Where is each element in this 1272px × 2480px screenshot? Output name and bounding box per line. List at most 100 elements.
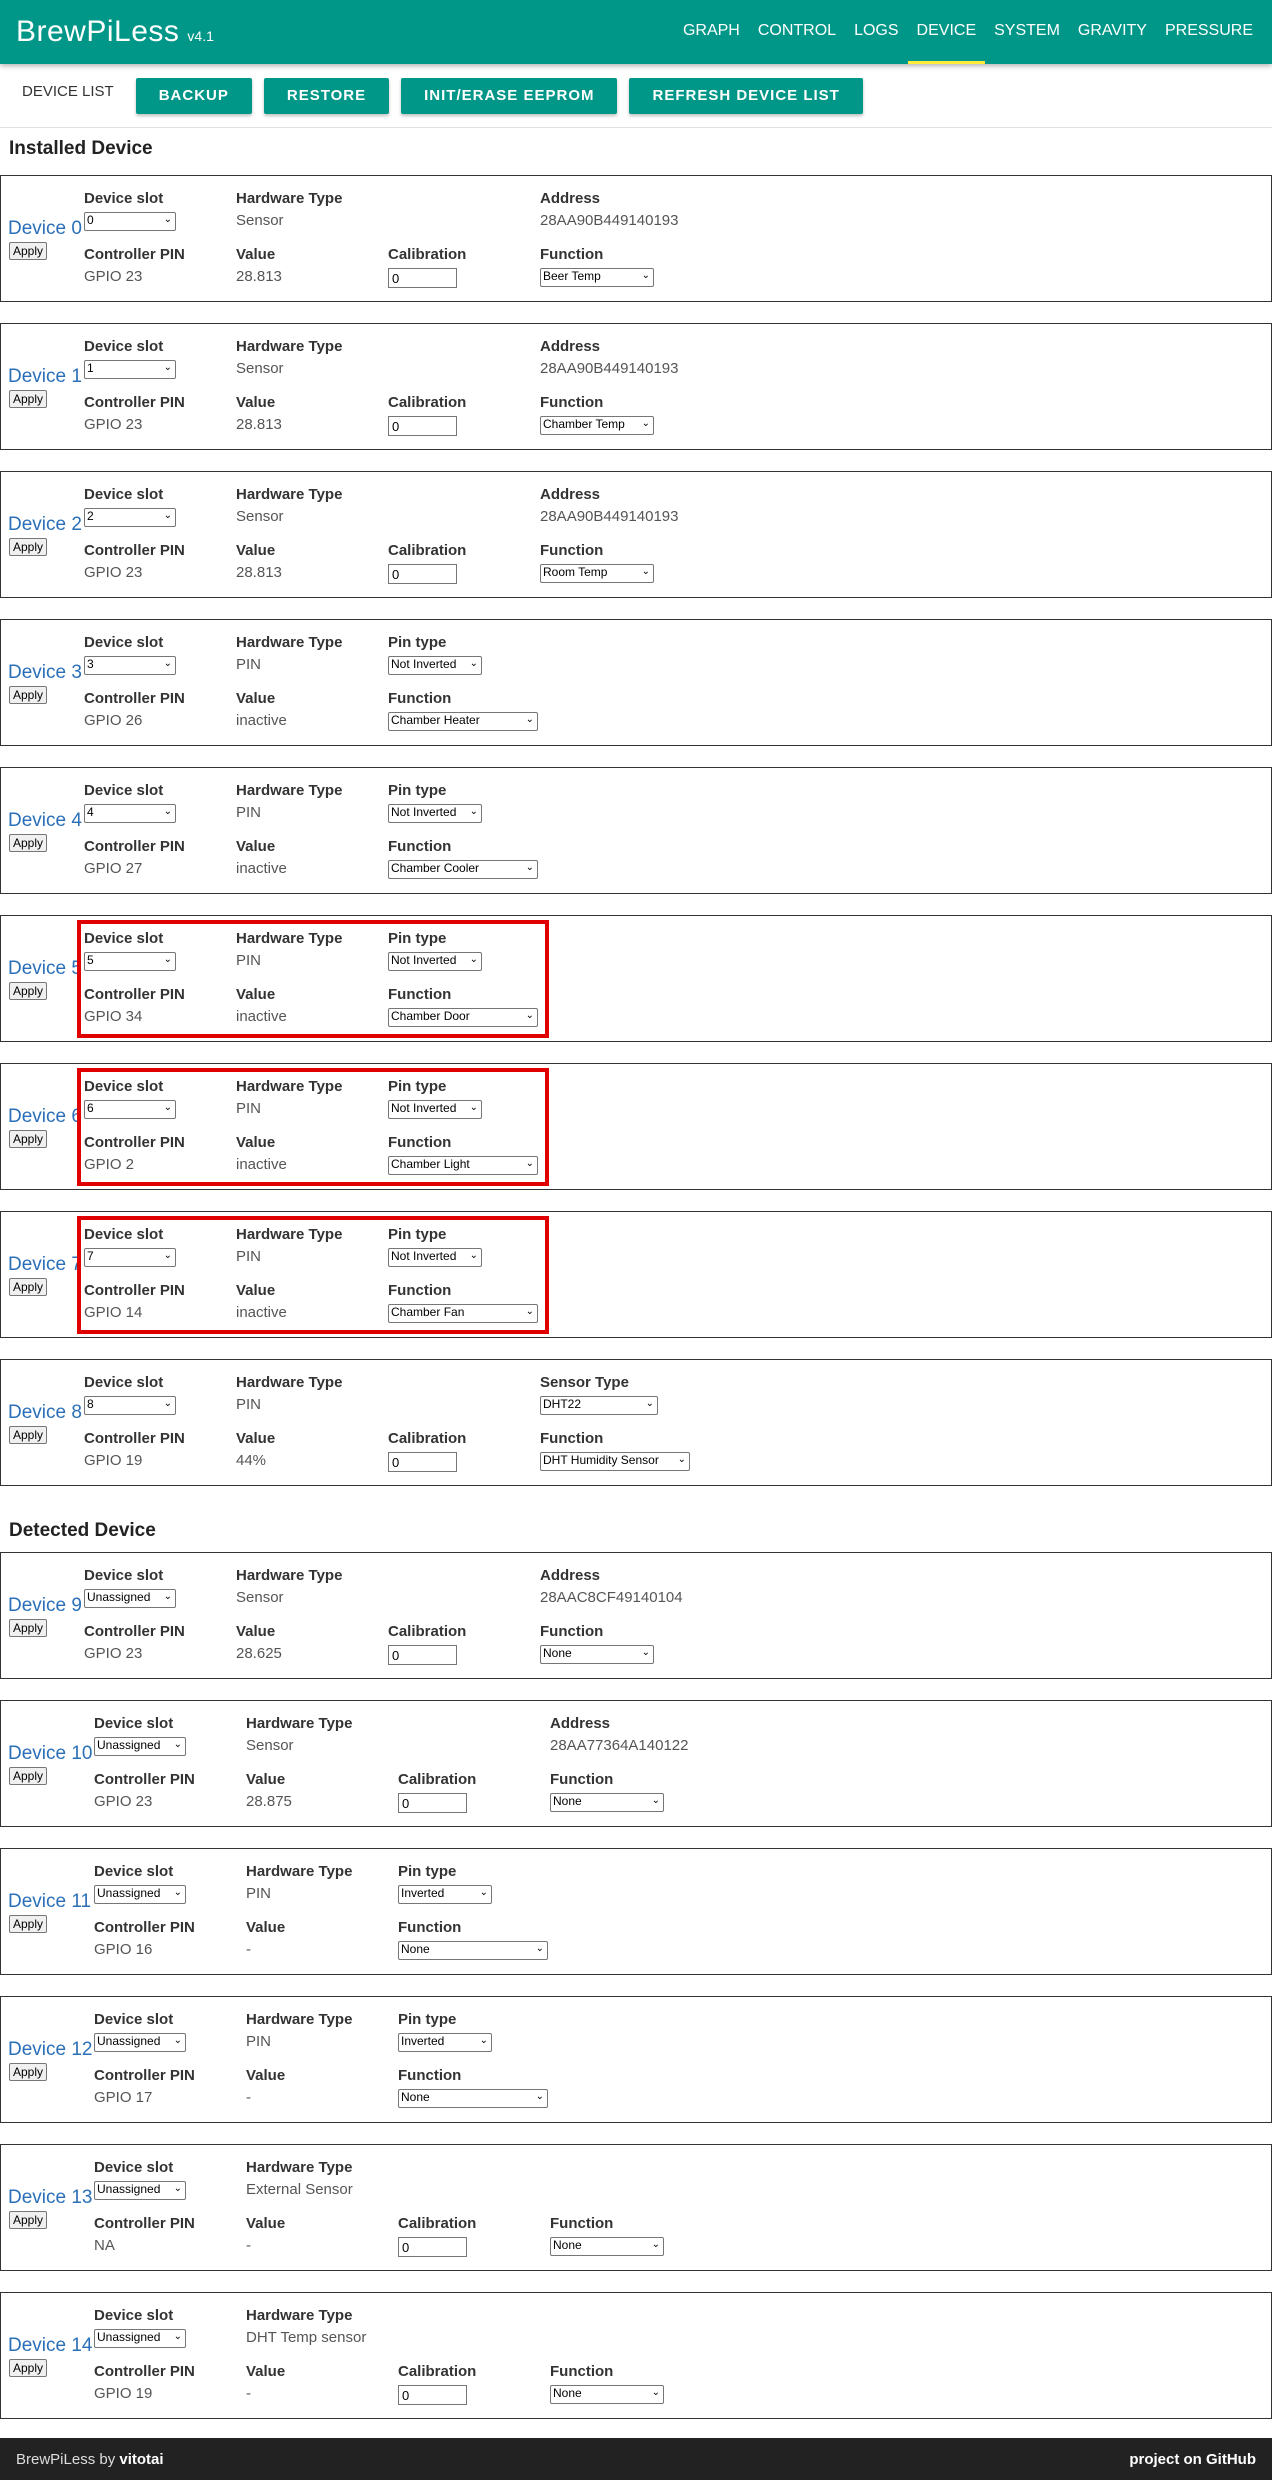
function-select[interactable]: Beer Temp ⌄ xyxy=(540,268,654,287)
address-value: 28AA90B449140193 xyxy=(540,360,679,377)
device-slot-select[interactable]: 7 ⌄ xyxy=(84,1248,176,1267)
nav-logs[interactable]: LOGS xyxy=(845,0,907,64)
nav-control[interactable]: CONTROL xyxy=(749,0,845,64)
apply-button[interactable]: Apply xyxy=(9,538,48,556)
calibration-label: Calibration xyxy=(398,2363,477,2380)
apply-button[interactable]: Apply xyxy=(9,1915,48,1933)
device-card: Device 9 Apply Device slot Unassigned ⌄ Hardw… xyxy=(0,1552,1272,1679)
device-title: Device 8 xyxy=(8,1402,82,1423)
device-slot-select[interactable]: Unassigned ⌄ xyxy=(94,2033,186,2052)
nav-pressure[interactable]: PRESSURE xyxy=(1156,0,1262,64)
nav-graph[interactable]: GRAPH xyxy=(674,0,749,64)
controller-pin-label: Controller PIN xyxy=(84,394,185,411)
apply-button[interactable]: Apply xyxy=(9,1767,48,1785)
apply-button[interactable]: Apply xyxy=(9,2063,48,2081)
pin-type-select[interactable]: Not Inverted ⌄ xyxy=(388,1248,482,1267)
device-slot-select[interactable]: Unassigned ⌄ xyxy=(84,1589,176,1608)
backup-button[interactable]: BACKUP xyxy=(135,77,252,114)
chevron-down-icon: ⌄ xyxy=(525,714,534,725)
function-label: Function xyxy=(388,1282,452,1299)
function-select[interactable]: Chamber Temp ⌄ xyxy=(540,416,654,435)
restore-button[interactable]: RESTORE xyxy=(263,77,390,114)
apply-button[interactable]: Apply xyxy=(9,1619,48,1637)
function-select[interactable]: Chamber Heater ⌄ xyxy=(388,712,538,731)
apply-button[interactable]: Apply xyxy=(9,1426,48,1444)
pin-type-select[interactable]: Not Inverted ⌄ xyxy=(388,656,482,675)
device-title: Device 2 xyxy=(8,514,82,535)
device-list-label: DEVICE LIST xyxy=(22,83,114,100)
function-select[interactable]: None ⌄ xyxy=(550,2237,664,2256)
device-slot-select[interactable]: Unassigned ⌄ xyxy=(94,1737,186,1756)
apply-button[interactable]: Apply xyxy=(9,242,48,260)
function-select[interactable]: Room Temp ⌄ xyxy=(540,564,654,583)
footer-author-link[interactable]: vitotai xyxy=(119,2451,163,2468)
function-select[interactable]: None ⌄ xyxy=(550,1793,664,1812)
device-slot-label: Device slot xyxy=(84,930,164,947)
device-slot-label: Device slot xyxy=(84,634,164,651)
calibration-input[interactable] xyxy=(398,1793,467,1813)
calibration-input[interactable] xyxy=(388,1645,457,1665)
device-slot-select[interactable]: 5 ⌄ xyxy=(84,952,176,971)
function-select[interactable]: Chamber Door ⌄ xyxy=(388,1008,538,1027)
calibration-input[interactable] xyxy=(388,564,457,584)
apply-button[interactable]: Apply xyxy=(9,1130,48,1148)
function-select[interactable]: None ⌄ xyxy=(398,2089,548,2108)
function-value: None xyxy=(401,2090,430,2104)
calibration-input[interactable] xyxy=(388,1452,457,1472)
device-slot-label: Device slot xyxy=(94,2307,174,2324)
nav-gravity[interactable]: GRAVITY xyxy=(1069,0,1156,64)
controller-pin-label: Controller PIN xyxy=(84,1282,185,1299)
apply-button[interactable]: Apply xyxy=(9,2211,48,2229)
pin-type-select[interactable]: Not Inverted ⌄ xyxy=(388,1100,482,1119)
chevron-down-icon: ⌄ xyxy=(677,1454,686,1465)
function-select[interactable]: None ⌄ xyxy=(398,1941,548,1960)
device-slot-select[interactable]: 4 ⌄ xyxy=(84,804,176,823)
device-slot-select[interactable]: 0 ⌄ xyxy=(84,212,176,231)
pin-type-label: Pin type xyxy=(388,634,447,651)
nav-device[interactable]: DEVICE xyxy=(907,0,986,64)
pin-type-select[interactable]: Not Inverted ⌄ xyxy=(388,952,482,971)
device-slot-select[interactable]: Unassigned ⌄ xyxy=(94,1885,186,1904)
calibration-input[interactable] xyxy=(388,416,457,436)
calibration-input[interactable] xyxy=(388,268,457,288)
function-select[interactable]: DHT Humidity Sensor ⌄ xyxy=(540,1452,690,1471)
device-slot-select[interactable]: 6 ⌄ xyxy=(84,1100,176,1119)
function-select[interactable]: Chamber Fan ⌄ xyxy=(388,1304,538,1323)
value-label: Value xyxy=(236,394,276,411)
function-label: Function xyxy=(388,1134,452,1151)
apply-button[interactable]: Apply xyxy=(9,834,48,852)
github-link[interactable]: project on GitHub xyxy=(1129,2451,1256,2468)
pin-type-select[interactable]: Not Inverted ⌄ xyxy=(388,804,482,823)
function-label: Function xyxy=(540,1623,604,1640)
chevron-down-icon: ⌄ xyxy=(173,1739,182,1750)
apply-button[interactable]: Apply xyxy=(9,2359,48,2377)
device-slot-select[interactable]: 3 ⌄ xyxy=(84,656,176,675)
function-select[interactable]: None ⌄ xyxy=(540,1645,654,1664)
apply-button[interactable]: Apply xyxy=(9,1278,48,1296)
device-slot-select[interactable]: Unassigned ⌄ xyxy=(94,2329,186,2348)
sensor-type-select[interactable]: DHT22 ⌄ xyxy=(540,1396,658,1415)
controller-pin-value: GPIO 16 xyxy=(94,1941,153,1958)
device-slot-select[interactable]: Unassigned ⌄ xyxy=(94,2181,186,2200)
brand[interactable]: BrewPiLess v4.1 xyxy=(0,15,214,49)
function-select[interactable]: Chamber Light ⌄ xyxy=(388,1156,538,1175)
pin-type-select[interactable]: Inverted ⌄ xyxy=(398,2033,492,2052)
function-select[interactable]: Chamber Cooler ⌄ xyxy=(388,860,538,879)
calibration-input[interactable] xyxy=(398,2385,467,2405)
apply-button[interactable]: Apply xyxy=(9,982,48,1000)
device-slot-select[interactable]: 8 ⌄ xyxy=(84,1396,176,1415)
chevron-down-icon: ⌄ xyxy=(163,362,172,373)
value-label: Value xyxy=(236,246,276,263)
controller-pin-label: Controller PIN xyxy=(84,690,185,707)
chevron-down-icon: ⌄ xyxy=(163,214,172,225)
refresh-device-list-button[interactable]: REFRESH DEVICE LIST xyxy=(629,77,863,114)
device-slot-select[interactable]: 2 ⌄ xyxy=(84,508,176,527)
apply-button[interactable]: Apply xyxy=(9,390,48,408)
pin-type-select[interactable]: Inverted ⌄ xyxy=(398,1885,492,1904)
nav-system[interactable]: SYSTEM xyxy=(985,0,1069,64)
init-erase-eeprom-button[interactable]: INIT/ERASE EEPROM xyxy=(401,77,618,114)
device-slot-select[interactable]: 1 ⌄ xyxy=(84,360,176,379)
apply-button[interactable]: Apply xyxy=(9,686,48,704)
calibration-input[interactable] xyxy=(398,2237,467,2257)
function-select[interactable]: None ⌄ xyxy=(550,2385,664,2404)
